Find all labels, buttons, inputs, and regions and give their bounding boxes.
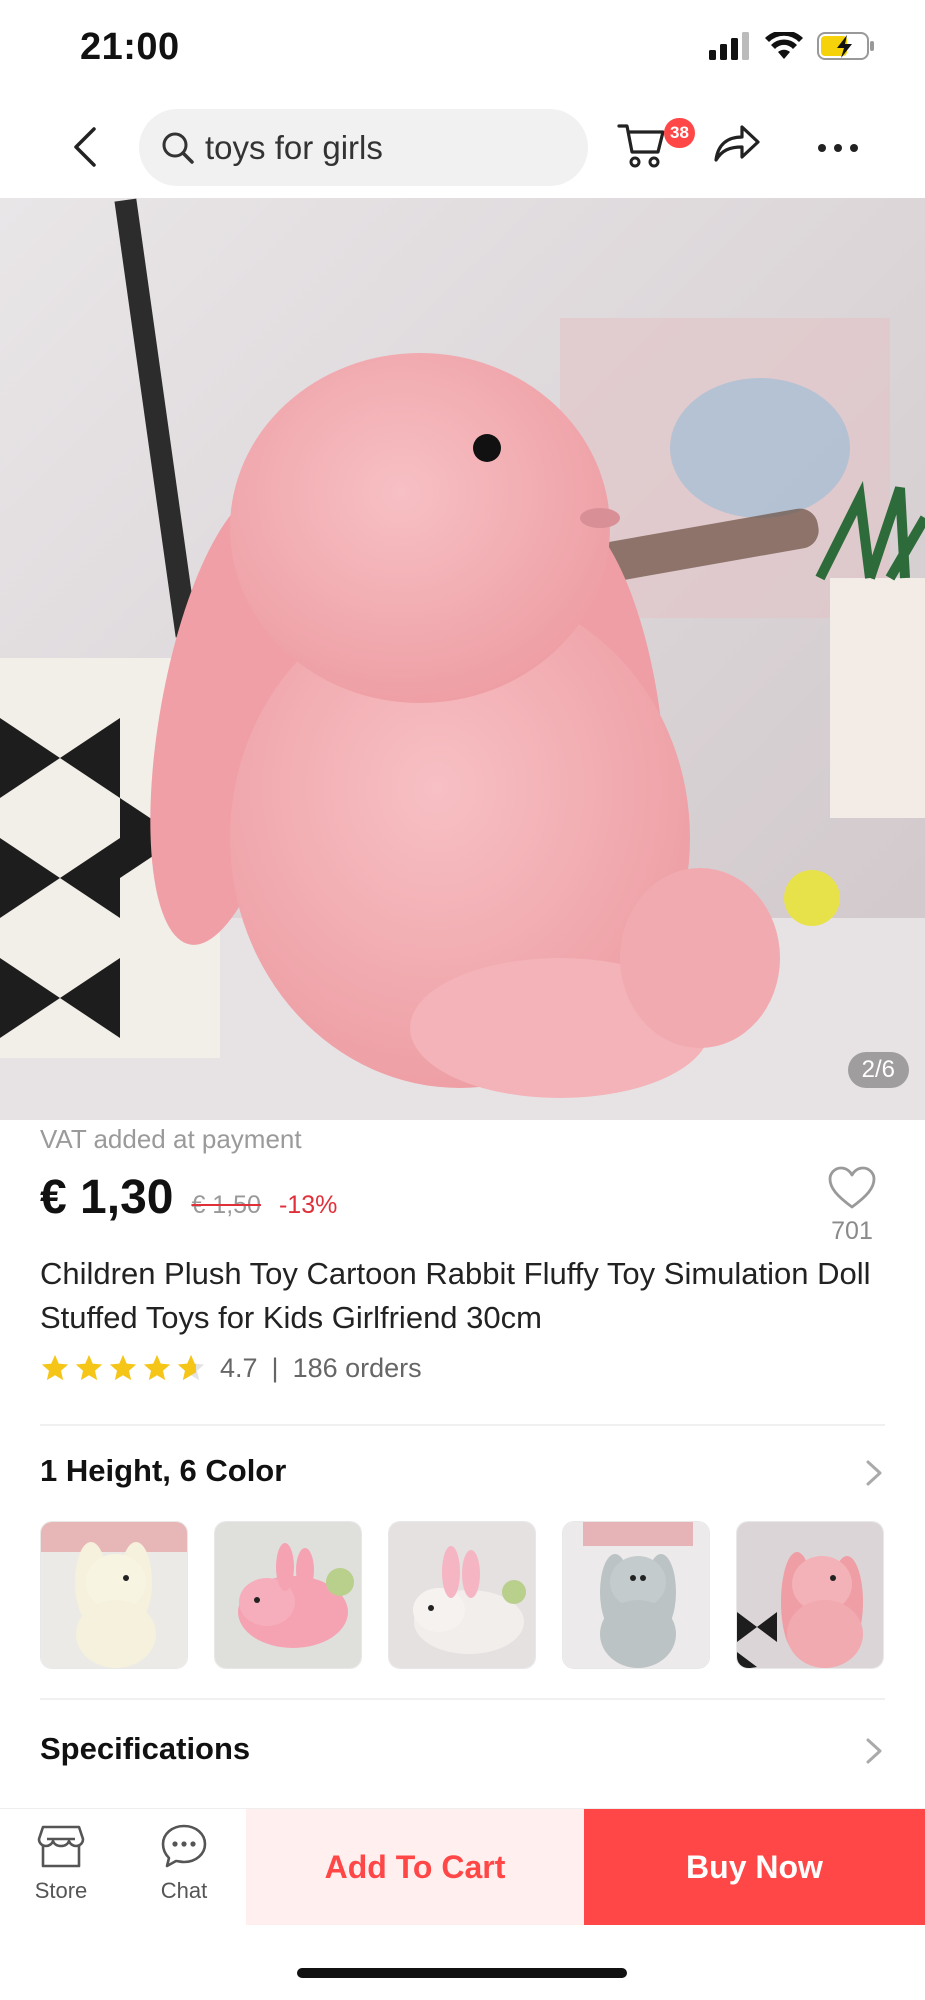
original-price: € 1,50 bbox=[191, 1191, 261, 1219]
wishlist-button[interactable]: 701 bbox=[820, 1166, 884, 1246]
chevron-right-icon[interactable] bbox=[862, 1458, 886, 1488]
store-tab[interactable]: Store bbox=[22, 1823, 100, 1904]
share-button[interactable] bbox=[712, 122, 768, 174]
status-time: 21:00 bbox=[80, 26, 180, 68]
cart-icon bbox=[617, 124, 665, 168]
variant-thumb-pink[interactable] bbox=[736, 1521, 884, 1669]
chat-icon bbox=[161, 1824, 207, 1868]
wifi-icon bbox=[765, 32, 803, 59]
store-label: Store bbox=[34, 1878, 88, 1903]
signal-icon bbox=[709, 32, 749, 60]
divider bbox=[40, 1424, 885, 1426]
search-input[interactable]: toys for girls bbox=[139, 109, 588, 186]
home-indicator[interactable] bbox=[297, 1968, 627, 1978]
buy-now-button[interactable]: Buy Now bbox=[584, 1809, 925, 1925]
cart-count-badge: 38 bbox=[664, 118, 695, 148]
star-icon bbox=[41, 1354, 69, 1381]
star-icon bbox=[143, 1354, 171, 1381]
variant-selector-title[interactable]: 1 Height, 6 Color bbox=[40, 1453, 286, 1489]
variant-thumb-white-lying[interactable] bbox=[388, 1521, 536, 1669]
product-title: Children Plush Toy Cartoon Rabbit Fluffy… bbox=[40, 1256, 871, 1335]
orders-count: 186 orders bbox=[292, 1352, 422, 1383]
current-price: € 1,30 bbox=[40, 1171, 174, 1224]
search-icon bbox=[162, 132, 194, 164]
back-button[interactable] bbox=[60, 122, 110, 172]
image-counter: 2/6 bbox=[847, 1052, 909, 1088]
bottom-action-bar: Store Chat Add To Cart Buy Now bbox=[0, 1808, 925, 1925]
add-to-cart-button[interactable]: Add To Cart bbox=[246, 1809, 584, 1925]
star-icon bbox=[75, 1354, 103, 1381]
chat-tab[interactable]: Chat bbox=[145, 1823, 223, 1904]
half-star-icon bbox=[177, 1354, 205, 1381]
top-header: toys for girls 38 bbox=[0, 100, 925, 198]
rating-separator: | bbox=[271, 1352, 279, 1383]
heart-icon bbox=[828, 1166, 876, 1209]
product-image-gallery[interactable]: 2/6 bbox=[0, 198, 925, 1120]
divider bbox=[40, 1698, 885, 1700]
more-dots-icon bbox=[818, 144, 858, 152]
specifications-title[interactable]: Specifications bbox=[40, 1731, 250, 1767]
vat-note: VAT added at payment bbox=[40, 1124, 302, 1154]
rating-stars bbox=[40, 1353, 206, 1383]
variant-thumbnails bbox=[40, 1521, 884, 1669]
more-options-button[interactable] bbox=[812, 122, 864, 174]
variant-thumb-cream[interactable] bbox=[40, 1521, 188, 1669]
discount-badge: -13% bbox=[278, 1191, 338, 1219]
rating-row[interactable]: 4.7 | 186 orders bbox=[40, 1350, 422, 1386]
variant-thumb-grey[interactable] bbox=[562, 1521, 710, 1669]
chevron-left-icon bbox=[74, 127, 96, 167]
price-row: € 1,30 € 1,50 -13% bbox=[40, 1170, 337, 1225]
search-query-text: toys for girls bbox=[205, 128, 383, 166]
chat-label: Chat bbox=[160, 1878, 208, 1903]
status-icons bbox=[709, 32, 875, 60]
chevron-right-icon[interactable] bbox=[862, 1736, 886, 1766]
status-bar: 21:00 bbox=[0, 0, 925, 100]
star-icon bbox=[109, 1354, 137, 1381]
rating-value: 4.7 bbox=[220, 1352, 258, 1383]
share-icon bbox=[714, 125, 760, 162]
wishlist-count: 701 bbox=[831, 1217, 873, 1245]
variant-thumb-pink-lying[interactable] bbox=[214, 1521, 362, 1669]
store-icon bbox=[37, 1825, 85, 1868]
product-photo-bunny bbox=[0, 198, 925, 1120]
battery-charging-icon bbox=[817, 32, 874, 60]
